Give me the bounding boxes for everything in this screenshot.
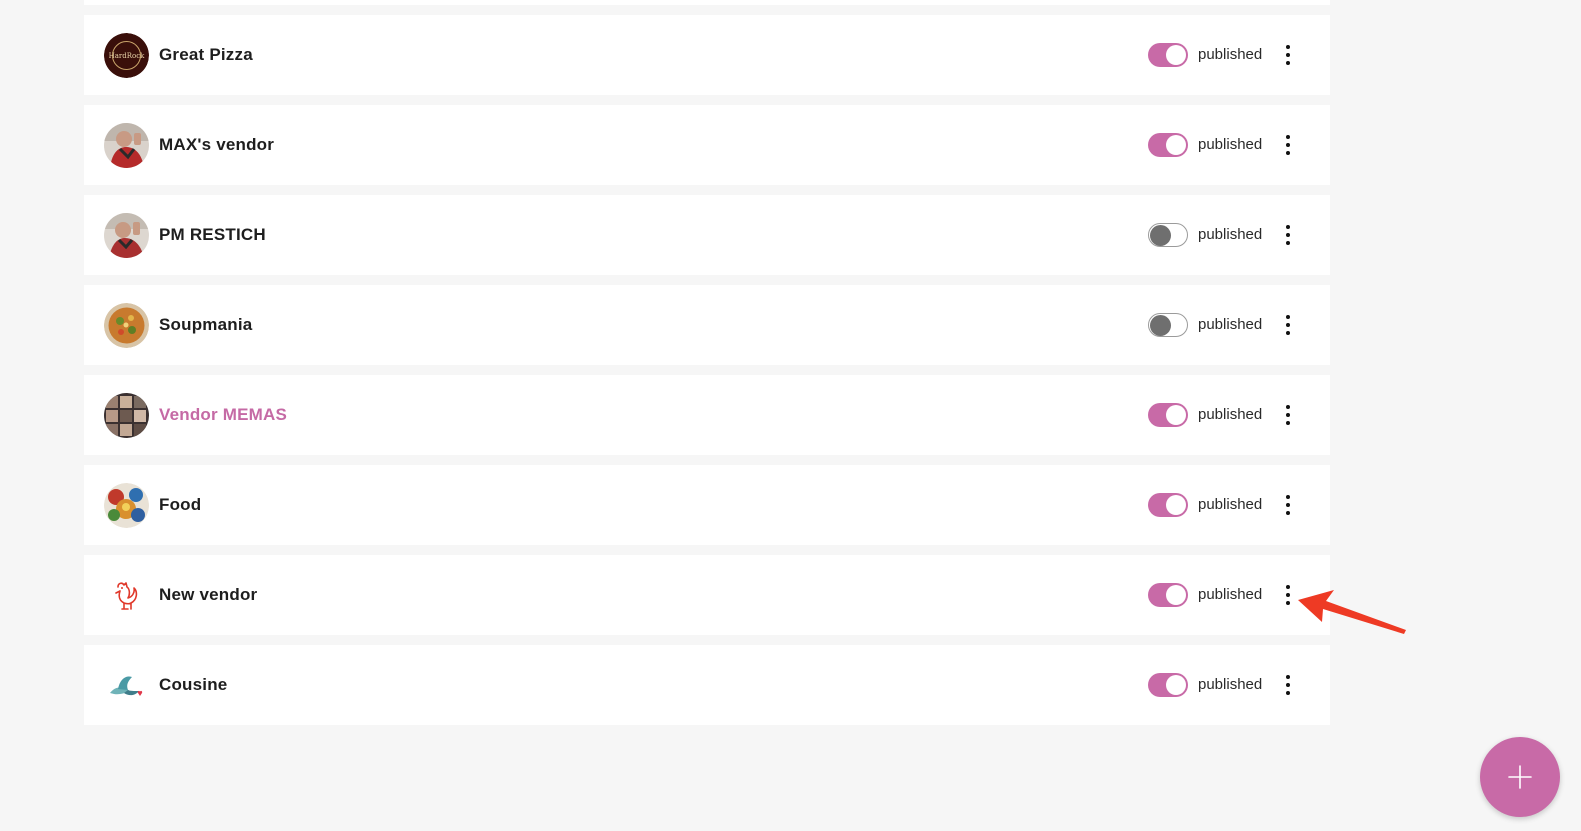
vendor-name[interactable]: Great Pizza: [159, 15, 253, 95]
vendor-row: Cousine published: [84, 645, 1330, 725]
status-label: published: [1198, 586, 1263, 603]
vendor-name[interactable]: PM RESTICH: [159, 195, 266, 275]
toggle-knob: [1166, 405, 1186, 425]
publish-toggle[interactable]: [1148, 223, 1188, 247]
status-label: published: [1198, 406, 1263, 423]
status-label: published: [1198, 136, 1263, 153]
status-label: published: [1198, 226, 1263, 243]
more-options-icon[interactable]: [1278, 493, 1298, 517]
toggle-knob: [1150, 315, 1171, 336]
vendor-row: [84, 0, 1330, 5]
bird-logo-icon: [104, 663, 149, 708]
rooster-logo-icon: [104, 573, 149, 618]
publish-toggle[interactable]: [1148, 43, 1188, 67]
toggle-knob: [1166, 45, 1186, 65]
vendor-row: New vendor published: [84, 555, 1330, 635]
food-photo-icon: [104, 483, 149, 528]
more-options-icon[interactable]: [1278, 403, 1298, 427]
vendor-name[interactable]: New vendor: [159, 555, 257, 635]
add-vendor-button[interactable]: [1480, 737, 1560, 817]
toggle-knob: [1166, 135, 1186, 155]
vendor-name[interactable]: Food: [159, 465, 201, 545]
vendor-row: PM RESTICH published: [84, 195, 1330, 275]
vendor-row: Soupmania published: [84, 285, 1330, 365]
publish-toggle[interactable]: [1148, 313, 1188, 337]
vendor-name[interactable]: Vendor MEMAS: [159, 375, 287, 455]
vendor-name[interactable]: Soupmania: [159, 285, 252, 365]
person-photo-icon: [104, 213, 149, 258]
hard-rock-logo-icon: HardRock: [104, 33, 149, 78]
status-label: published: [1198, 46, 1263, 63]
vendor-name[interactable]: MAX's vendor: [159, 105, 274, 185]
status-label: published: [1198, 676, 1263, 693]
more-options-icon[interactable]: [1278, 583, 1298, 607]
annotation-arrow-icon: [1298, 590, 1406, 634]
status-label: published: [1198, 496, 1263, 513]
toggle-knob: [1150, 225, 1171, 246]
toggle-knob: [1166, 495, 1186, 515]
toggle-knob: [1166, 675, 1186, 695]
vendor-row: HardRock Great Pizza published: [84, 15, 1330, 95]
svg-text:HardRock: HardRock: [109, 52, 146, 60]
more-options-icon[interactable]: [1278, 673, 1298, 697]
status-label: published: [1198, 316, 1263, 333]
more-options-icon[interactable]: [1278, 223, 1298, 247]
publish-toggle[interactable]: [1148, 403, 1188, 427]
publish-toggle[interactable]: [1148, 673, 1188, 697]
vendor-list: HardRock Great Pizza published MAX's ven…: [84, 0, 1330, 735]
publish-toggle[interactable]: [1148, 583, 1188, 607]
publish-toggle[interactable]: [1148, 493, 1188, 517]
publish-toggle[interactable]: [1148, 133, 1188, 157]
toggle-knob: [1166, 585, 1186, 605]
plus-icon: [1508, 765, 1532, 789]
more-options-icon[interactable]: [1278, 313, 1298, 337]
vendor-name[interactable]: Cousine: [159, 645, 227, 725]
vendor-row: Vendor MEMAS published: [84, 375, 1330, 455]
vendor-row: Food published: [84, 465, 1330, 545]
more-options-icon[interactable]: [1278, 43, 1298, 67]
collage-photo-icon: [104, 393, 149, 438]
vendor-row: MAX's vendor published: [84, 105, 1330, 185]
person-photo-icon: [104, 123, 149, 168]
soup-bowl-icon: [104, 303, 149, 348]
more-options-icon[interactable]: [1278, 133, 1298, 157]
